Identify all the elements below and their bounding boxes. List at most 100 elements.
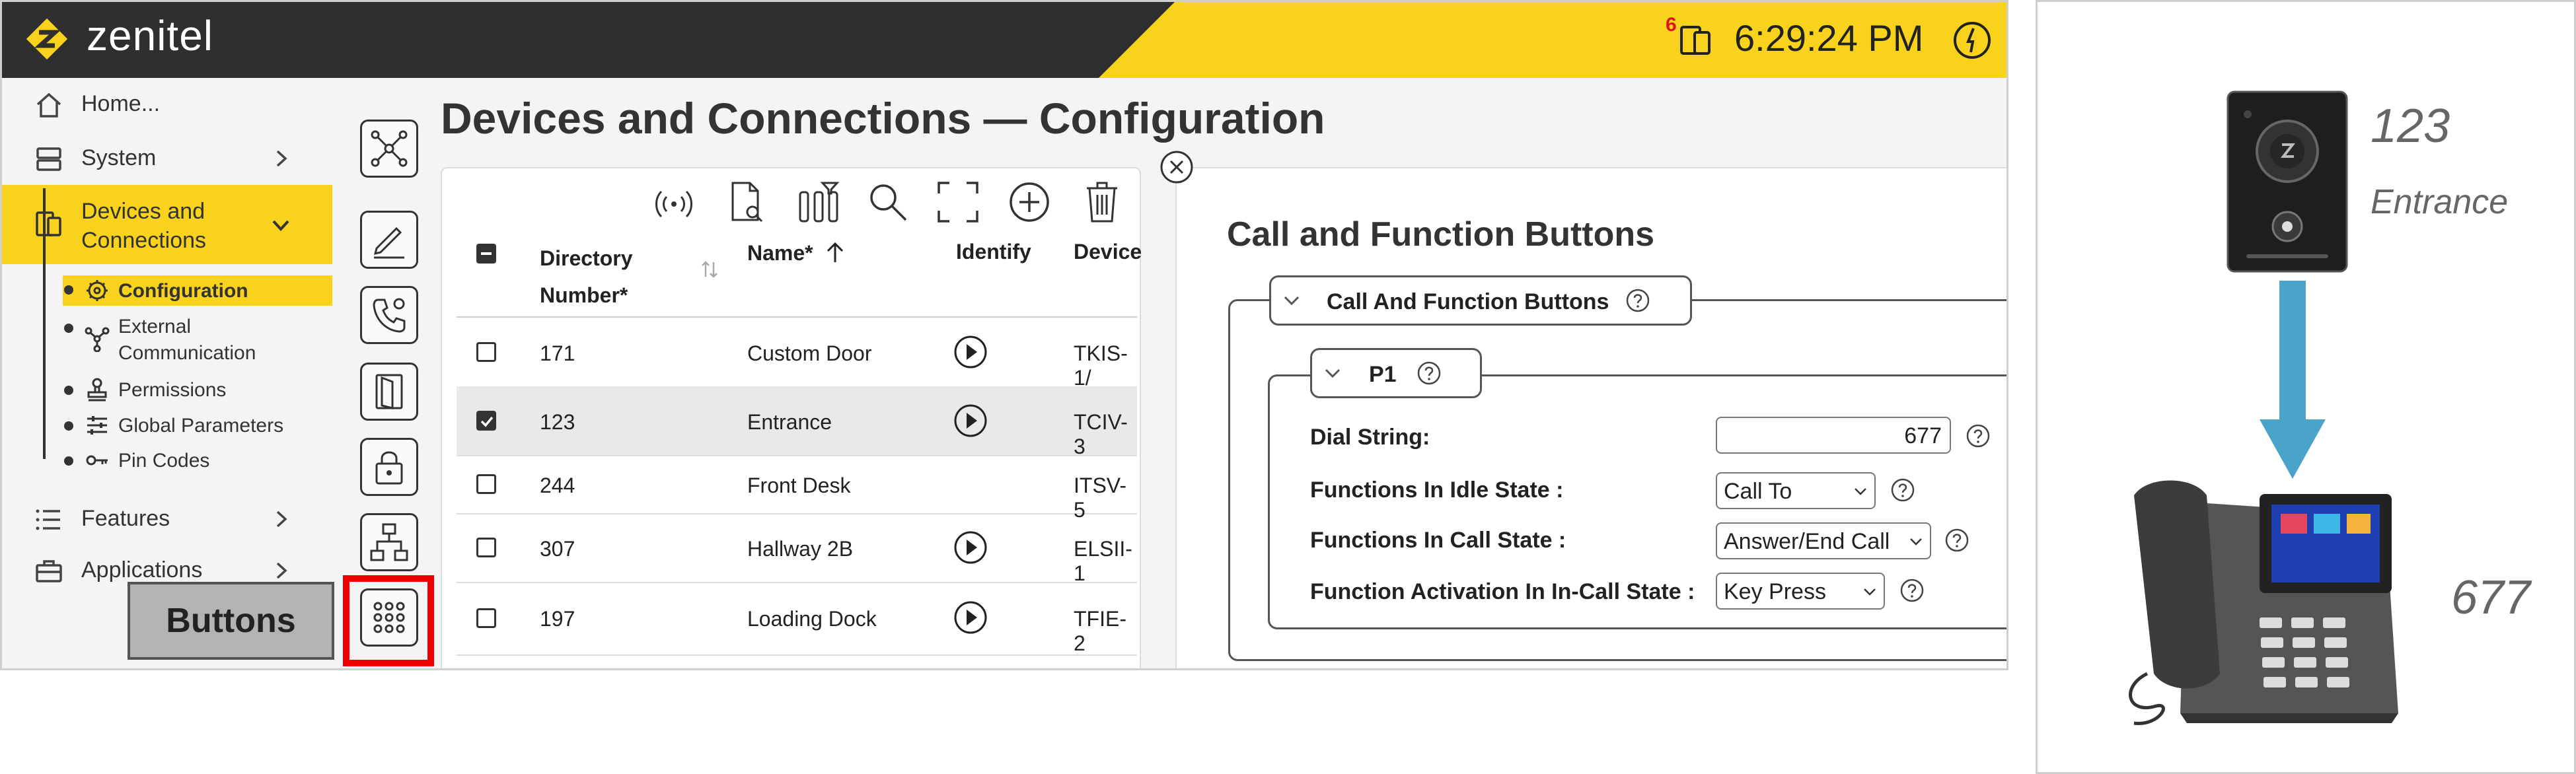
devices-icon[interactable]	[1677, 22, 1714, 59]
table-row[interactable]: 171 Custom Door TKIS-1/	[457, 318, 1137, 390]
column-header-device[interactable]: Device	[1074, 240, 1142, 264]
key-icon	[86, 455, 108, 466]
close-panel-icon[interactable]	[1159, 150, 1194, 184]
activation-label: Function Activation In In-Call State :	[1310, 579, 1695, 604]
intercom-device-image	[2226, 90, 2348, 273]
cell-name: Front Desk	[747, 474, 851, 497]
briefcase-icon	[36, 560, 62, 582]
zenitel-logo-icon	[26, 18, 68, 60]
buttons-tool-highlight	[343, 575, 434, 666]
cell-device: TFIE-2	[1074, 607, 1126, 655]
p1-button-group-header[interactable]: P1	[1310, 348, 1482, 398]
identify-play-icon[interactable]	[953, 600, 988, 635]
cell-directory-number: 307	[540, 537, 575, 561]
clock: 6:29:24 PM	[1734, 17, 1924, 59]
down-arrow-icon	[2260, 281, 2326, 479]
indeterminate-mark	[481, 252, 492, 255]
row-checkbox[interactable]	[476, 342, 496, 362]
intercom-name: Entrance	[2371, 183, 2509, 221]
door-tool-button[interactable]	[360, 363, 418, 421]
column-header-directory-number[interactable]: Directory Number*	[540, 240, 685, 314]
sidebar-subitem-external-communication[interactable]: External Communication	[2, 312, 332, 368]
chevron-right-icon	[276, 150, 287, 167]
sidebar-item-home[interactable]: Home...	[2, 78, 332, 131]
gear-icon	[87, 280, 108, 301]
document-search-icon[interactable]	[723, 179, 770, 225]
edit-tool-button[interactable]	[360, 211, 418, 269]
topology-tool-button[interactable]	[360, 120, 418, 178]
chevron-down-icon	[272, 220, 289, 231]
column-filter-icon[interactable]	[796, 179, 842, 225]
column-header-identify[interactable]: Identify	[956, 240, 1031, 264]
dial-string-input[interactable]: 677	[1716, 417, 1951, 454]
notification-badge: 6	[1666, 14, 1677, 36]
table-row-selected[interactable]: 123 Entrance TCIV-3	[457, 386, 1137, 458]
dial-string-value: 677	[1904, 423, 1942, 448]
power-icon[interactable]	[1951, 19, 1993, 61]
call-state-value: Answer/End Call	[1724, 529, 1890, 554]
row-checkbox[interactable]	[476, 538, 496, 557]
chevron-right-icon	[276, 562, 287, 579]
row-checkbox-checked[interactable]	[476, 411, 496, 431]
table-row[interactable]: 244 Front Desk ITSV-5	[457, 455, 1137, 522]
select-all-checkbox[interactable]	[476, 244, 496, 264]
trash-icon[interactable]	[1079, 179, 1125, 225]
sidebar-item-features[interactable]: Features	[2, 493, 332, 545]
pencil-icon	[373, 227, 404, 259]
call-function-buttons-group-header[interactable]: Call And Function Buttons	[1269, 275, 1692, 326]
activation-value: Key Press	[1724, 579, 1826, 604]
cell-directory-number: 123	[540, 410, 575, 434]
fullscreen-icon[interactable]	[935, 179, 981, 225]
identify-play-icon[interactable]	[953, 530, 988, 565]
buttons-callout: Buttons	[128, 582, 334, 660]
table-row[interactable]: 197 Loading Dock TFIE-2	[457, 582, 1137, 656]
identify-play-icon[interactable]	[953, 335, 988, 369]
call-state-select[interactable]: Answer/End Call	[1716, 522, 1931, 559]
sort-icon[interactable]	[698, 258, 721, 281]
door-icon	[375, 374, 403, 409]
help-icon[interactable]	[1966, 423, 1991, 448]
broadcast-icon[interactable]	[651, 179, 697, 225]
sliders-icon	[87, 416, 107, 435]
phone-number: 677	[2451, 571, 2531, 624]
help-icon[interactable]	[1625, 288, 1650, 313]
intercom-number: 123	[2371, 100, 2450, 153]
group-header-label: Call And Function Buttons	[1327, 289, 1609, 314]
sidebar-subitem-label: Permissions	[118, 379, 227, 401]
sidebar-subitem-permissions[interactable]: Permissions	[2, 375, 332, 405]
row-checkbox[interactable]	[476, 474, 496, 494]
table-row[interactable]: 307 Hallway 2B ELSII-1	[457, 513, 1137, 585]
app-window: zenitel 6 6:29:24 PM Home... System Devi…	[0, 0, 2008, 670]
sort-ascending-icon[interactable]	[823, 240, 848, 265]
sidebar-item-system[interactable]: System	[2, 132, 332, 185]
lock-tool-button[interactable]	[360, 438, 418, 496]
server-icon	[36, 147, 61, 171]
column-header-name[interactable]: Name*	[747, 241, 813, 265]
chevron-right-icon	[276, 510, 287, 528]
call-state-label: Functions In Call State :	[1310, 528, 1566, 553]
help-icon[interactable]	[1890, 477, 1915, 503]
row-checkbox[interactable]	[476, 608, 496, 628]
cell-name: Hallway 2B	[747, 537, 854, 561]
activation-select[interactable]: Key Press	[1716, 573, 1885, 610]
sidebar-item-devices-and-connections[interactable]: Devices and Connections	[2, 185, 332, 264]
chevron-down-icon	[1284, 296, 1300, 306]
home-icon	[36, 92, 61, 118]
cell-directory-number: 197	[540, 607, 575, 631]
search-icon[interactable]	[865, 179, 911, 225]
add-icon[interactable]	[1006, 179, 1052, 225]
cell-device: TCIV-3	[1074, 410, 1128, 458]
phone-settings-tool-button[interactable]	[360, 286, 418, 344]
identify-play-icon[interactable]	[953, 404, 988, 438]
config-title: Call and Function Buttons	[1227, 215, 1655, 254]
sidebar-subitem-pin-codes[interactable]: Pin Codes	[2, 446, 332, 476]
hierarchy-tool-button[interactable]	[360, 513, 418, 571]
sidebar-subitem-global-parameters[interactable]: Global Parameters	[2, 411, 332, 441]
help-icon[interactable]	[1899, 578, 1925, 603]
help-icon[interactable]	[1417, 361, 1442, 386]
sidebar-subitem-configuration[interactable]: Configuration	[2, 275, 332, 306]
phone-gear-icon	[373, 298, 406, 333]
idle-state-select[interactable]: Call To	[1716, 472, 1876, 509]
sidebar-item-label: Home...	[81, 91, 161, 116]
help-icon[interactable]	[1944, 528, 1969, 553]
